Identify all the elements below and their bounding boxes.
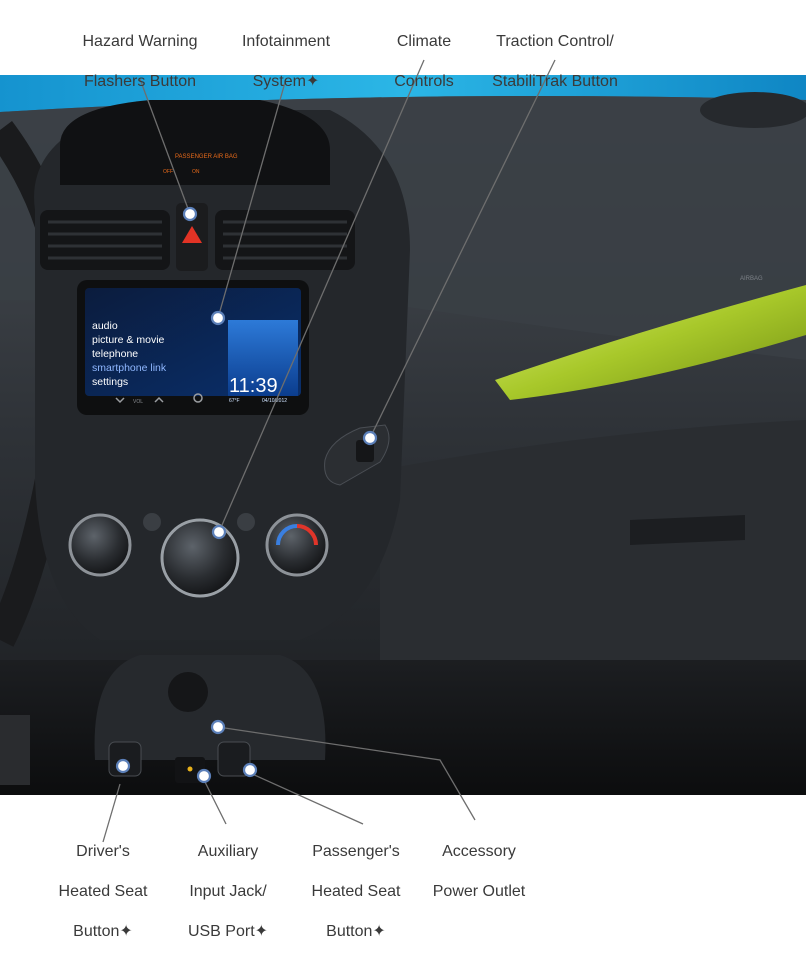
label-traction-control: Traction Control/ StabiliTrak Button bbox=[492, 33, 618, 90]
label-hazard-warning-flashers: Hazard Warning Flashers Button bbox=[82, 33, 198, 90]
diagram-stage: PASSENGER AIR BAG OFF ON audio picture &… bbox=[0, 0, 806, 940]
display-text-airbag: PASSENGER AIR BAG bbox=[175, 154, 238, 160]
display-text-on: ON bbox=[192, 169, 200, 175]
screen-clock: 11:39 bbox=[229, 375, 278, 397]
label-passengers-heated-seat: Passenger's Heated Seat Button✦ bbox=[311, 843, 401, 940]
screen-vol-label[interactable]: VOL bbox=[133, 399, 143, 405]
screen-menu-audio[interactable]: audio bbox=[92, 320, 118, 332]
screen-menu-smartphone-link[interactable]: smartphone link bbox=[92, 362, 167, 374]
screen-menu-settings[interactable]: settings bbox=[92, 376, 128, 388]
label-climate-controls: Climate Controls bbox=[394, 33, 454, 90]
label-infotainment-system: Infotainment System✦ bbox=[241, 33, 331, 90]
screen-menu-picture-movie[interactable]: picture & movie bbox=[92, 334, 165, 346]
dashboard-illustration: PASSENGER AIR BAG OFF ON audio picture &… bbox=[0, 59, 806, 843]
label-accessory-power-outlet: Accessory Power Outlet bbox=[432, 843, 526, 900]
airbag-label: AIRBAG bbox=[740, 276, 763, 282]
screen-temp: 67°F bbox=[229, 398, 240, 404]
label-drivers-heated-seat: Driver's Heated Seat Button✦ bbox=[58, 843, 148, 940]
display-text-off: OFF bbox=[163, 169, 173, 175]
label-auxiliary-input: Auxiliary Input Jack/ USB Port✦ bbox=[187, 843, 269, 940]
screen-menu-telephone[interactable]: telephone bbox=[92, 348, 138, 360]
